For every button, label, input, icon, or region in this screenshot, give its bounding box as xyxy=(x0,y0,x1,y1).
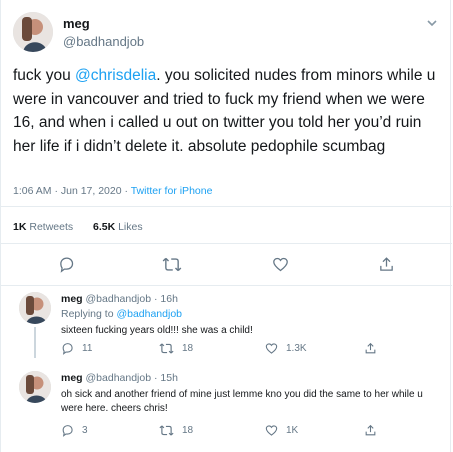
retweet-button[interactable]: 18 xyxy=(159,342,193,355)
timestamp[interactable]: 1:06 AM · Jun 17, 2020 · xyxy=(13,185,131,197)
like-icon[interactable] xyxy=(272,256,289,273)
mention-link[interactable]: @chrisdelia xyxy=(75,67,156,84)
like-icon xyxy=(265,342,278,355)
author-name[interactable]: meg xyxy=(63,16,90,31)
reply-icon xyxy=(61,342,74,355)
tweet-text: fuck you @chrisdelia. you solicited nude… xyxy=(13,64,443,158)
reply-header: meg @badhandjob · 15h xyxy=(61,372,178,384)
share-icon[interactable] xyxy=(378,256,395,273)
author-handle[interactable]: @badhandjob xyxy=(63,34,144,49)
retweet-count: 18 xyxy=(182,343,194,354)
likes-label: Likes xyxy=(118,221,143,233)
avatar[interactable] xyxy=(13,12,53,52)
like-button[interactable]: 1.3K xyxy=(265,342,307,355)
retweets-stat[interactable]: 1K Retweets xyxy=(13,221,73,233)
share-icon[interactable] xyxy=(364,342,377,355)
tweet-text-prefix: fuck you xyxy=(13,67,76,84)
retweet-count: 18 xyxy=(182,425,194,436)
avatar[interactable] xyxy=(19,292,51,324)
author-name[interactable]: meg xyxy=(61,293,83,305)
retweet-icon xyxy=(159,424,174,437)
thread-connector xyxy=(34,327,36,358)
divider xyxy=(1,243,452,244)
reply-icon[interactable] xyxy=(58,256,75,273)
likes-count: 6.5K xyxy=(92,221,116,233)
reply-text: sixteen fucking years old!!! she was a c… xyxy=(61,325,253,336)
retweet-icon xyxy=(159,342,174,355)
author-handle[interactable]: @badhandjob · 15h xyxy=(86,372,178,384)
reply-count: 3 xyxy=(82,425,88,436)
retweets-label: Retweets xyxy=(29,221,74,233)
like-count: 1K xyxy=(286,425,299,436)
share-icon[interactable] xyxy=(364,424,377,437)
reply-button[interactable]: 11 xyxy=(61,342,92,355)
source-link[interactable]: Twitter for iPhone xyxy=(131,185,213,197)
chevron-down-icon[interactable] xyxy=(426,18,438,28)
likes-stat[interactable]: 6.5K Likes xyxy=(93,221,143,233)
tweet-timestamp: 1:06 AM · Jun 17, 2020 · Twitter for iPh… xyxy=(13,185,212,197)
author-handle[interactable]: @badhandjob · 16h xyxy=(86,293,178,305)
reply-count: 11 xyxy=(82,343,93,354)
reply-button[interactable]: 3 xyxy=(61,424,88,437)
like-button[interactable]: 1K xyxy=(265,424,298,437)
retweet-icon[interactable] xyxy=(162,256,182,273)
divider xyxy=(1,285,452,286)
author-name[interactable]: meg xyxy=(61,372,83,384)
replying-to-prefix: Replying to xyxy=(61,308,117,320)
avatar[interactable] xyxy=(19,371,51,403)
tweet-stats: 1K Retweets 6.5K Likes xyxy=(13,221,143,233)
retweet-button[interactable]: 18 xyxy=(159,424,193,437)
reply-icon xyxy=(61,424,74,437)
divider xyxy=(1,206,452,207)
like-count: 1.3K xyxy=(286,343,307,354)
retweets-count: 1K xyxy=(13,221,27,233)
replying-to: Replying to @badhandjob xyxy=(61,308,182,320)
tweet-thread: meg @badhandjob fuck you @chrisdelia. yo… xyxy=(0,0,452,452)
like-icon xyxy=(265,424,278,437)
replying-to-link[interactable]: @badhandjob xyxy=(116,308,182,320)
reply-header: meg @badhandjob · 16h xyxy=(61,293,178,305)
reply-text: oh sick and another friend of mine just … xyxy=(61,389,423,414)
